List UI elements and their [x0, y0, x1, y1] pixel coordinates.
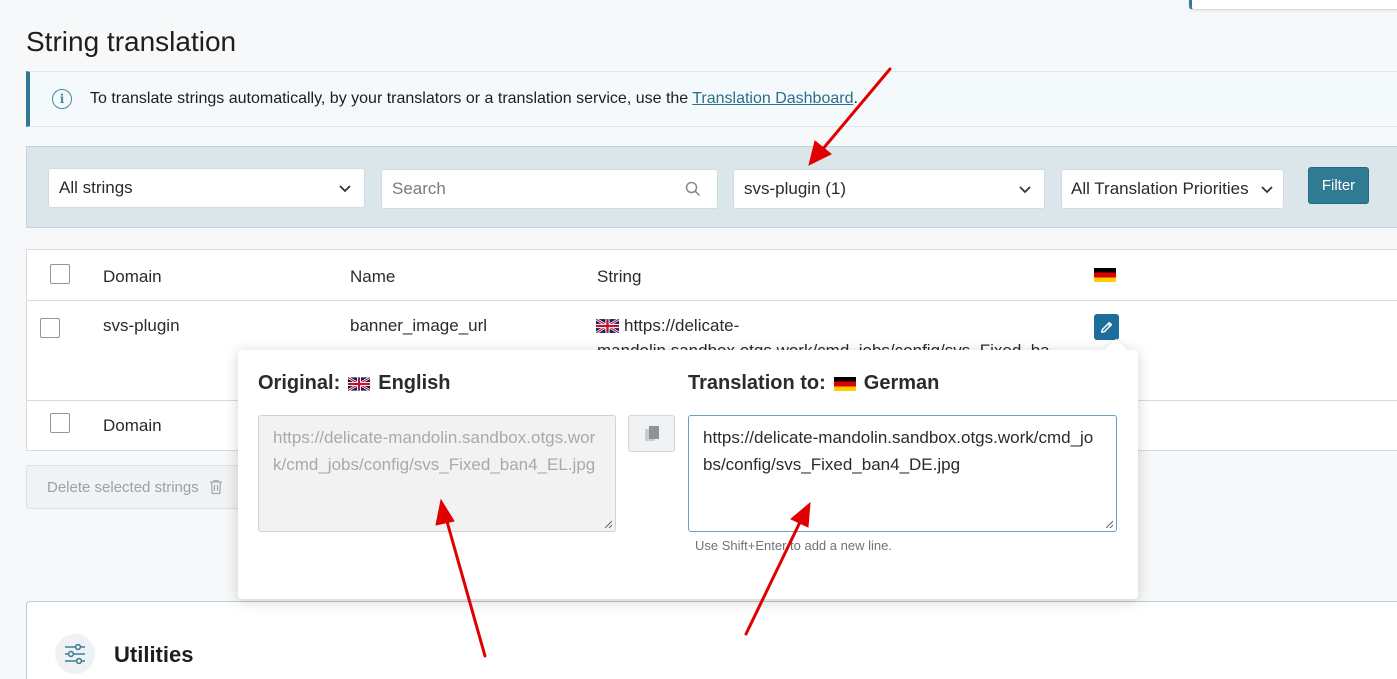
header-domain: Domain [103, 267, 162, 286]
resize-grip-icon[interactable] [604, 520, 612, 528]
search-icon [685, 181, 701, 197]
row-domain: svs-plugin [103, 316, 180, 335]
german-flag-icon [1094, 268, 1116, 282]
select-all-checkbox[interactable] [50, 264, 70, 284]
strings-select[interactable]: All strings [48, 168, 365, 208]
row-string-line1: https://delicate- [624, 316, 740, 335]
translation-heading: Translation to: German [688, 372, 939, 395]
translation-popup: Original: English Translation to: German… [238, 338, 1138, 599]
domain-select-value: svs-plugin (1) [744, 179, 847, 198]
page-title: String translation [26, 26, 237, 57]
uk-flag-icon [596, 319, 619, 333]
priority-select-value: All Translation Priorities [1071, 179, 1249, 198]
original-language: English [378, 372, 451, 394]
copy-icon [644, 425, 659, 441]
priority-select[interactable]: All Translation Priorities [1061, 169, 1284, 209]
original-heading: Original: English [258, 372, 450, 395]
row-checkbox[interactable] [40, 318, 60, 338]
info-icon: i [52, 89, 72, 109]
original-text-field: https://delicate-mandolin.sandbox.otgs.w… [258, 415, 616, 532]
resize-grip-icon[interactable] [1105, 520, 1113, 528]
info-notice: i To translate strings automatically, by… [26, 71, 1397, 127]
top-popover-edge [1189, 0, 1397, 10]
translation-input[interactable]: https://delicate-mandolin.sandbox.otgs.w… [688, 415, 1117, 532]
row-string: https://delicate- [596, 316, 739, 336]
translation-label: Translation to: [688, 372, 826, 394]
header-string: String [597, 267, 642, 286]
utilities-title: Utilities [114, 642, 194, 667]
delete-selected-label: Delete selected strings [47, 478, 199, 496]
sliders-icon [55, 634, 95, 674]
copy-original-button[interactable] [628, 415, 675, 452]
pencil-icon [1101, 321, 1113, 333]
translation-language: German [863, 372, 940, 394]
chevron-down-icon [1019, 186, 1031, 194]
row-name: banner_image_url [350, 316, 488, 335]
chevron-down-icon [339, 185, 351, 193]
translation-text-value: https://delicate-mandolin.sandbox.otgs.w… [703, 428, 1094, 474]
filter-button[interactable]: Filter [1308, 167, 1369, 204]
trash-icon [209, 479, 222, 495]
original-label: Original: [258, 372, 341, 394]
notice-text: To translate strings automatically, by y… [90, 90, 689, 107]
german-flag-icon [833, 376, 856, 391]
uk-flag-icon [348, 376, 371, 391]
filter-bar: All strings Search svs-plugin (1) All Tr… [26, 146, 1397, 228]
search-input[interactable]: Search [381, 169, 718, 209]
delete-selected-button[interactable]: Delete selected strings [26, 465, 244, 509]
chevron-down-icon [1261, 186, 1273, 194]
original-text-value: https://delicate-mandolin.sandbox.otgs.w… [273, 428, 596, 474]
domain-select[interactable]: svs-plugin (1) [733, 169, 1045, 209]
footer-domain: Domain [103, 416, 162, 435]
edit-translation-button[interactable] [1094, 314, 1119, 340]
strings-select-value: All strings [59, 178, 133, 197]
search-placeholder: Search [392, 179, 446, 198]
translation-dashboard-link[interactable]: Translation Dashboard [692, 90, 853, 108]
utilities-panel: Utilities [26, 601, 1397, 679]
header-name: Name [350, 267, 396, 286]
select-all-checkbox-footer[interactable] [50, 413, 70, 433]
shift-enter-hint: Use Shift+Enter to add a new line. [695, 538, 892, 553]
notice-suffix: . [853, 90, 858, 107]
